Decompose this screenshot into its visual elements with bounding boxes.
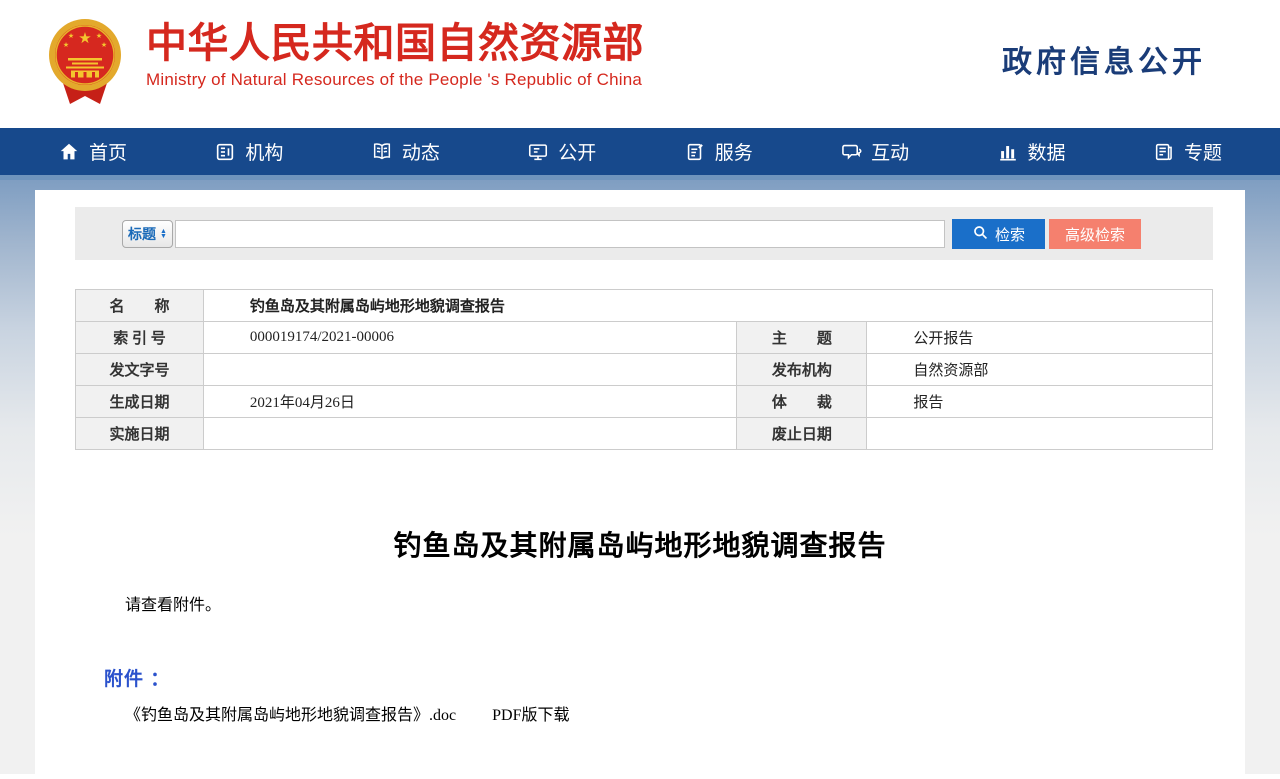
agency-title-block: 中华人民共和国自然资源部 Ministry of Natural Resourc… (146, 20, 644, 90)
meta-value-index-no: 000019174/2021-00006 (203, 322, 737, 354)
nav-item-label: 专题 (1184, 138, 1222, 165)
advanced-search-button-label: 高级检索 (1065, 224, 1125, 245)
main-navigation: 首页 机构 动态 公开 服务 互动 数据 (0, 128, 1280, 180)
data-icon (997, 141, 1019, 163)
nav-item-interaction[interactable]: 互动 (840, 138, 909, 165)
nav-item-label: 数据 (1028, 138, 1066, 165)
table-row: 索 引 号 000019174/2021-00006 主 题 公开报告 (76, 322, 1213, 354)
home-icon (58, 141, 80, 163)
meta-label-genre: 体 裁 (737, 386, 867, 418)
search-field-select-value: 标题 (128, 224, 156, 244)
meta-value-doc-number (203, 354, 737, 386)
meta-label-repeal-date: 废止日期 (737, 418, 867, 450)
page-section-title: 政府信息公开 (1002, 37, 1206, 81)
attachments-label: 附件 ： (104, 664, 170, 691)
svg-text:★: ★ (68, 32, 74, 40)
attachment-pdf-link[interactable]: PDF版下载 (492, 707, 569, 724)
meta-label-index-no: 索 引 号 (76, 322, 204, 354)
meta-value-name: 钓鱼岛及其附属岛屿地形地貌调查报告 (203, 290, 1212, 322)
search-button-label: 检索 (995, 224, 1025, 245)
meta-label-doc-number: 发文字号 (76, 354, 204, 386)
meta-label-created-date: 生成日期 (76, 386, 204, 418)
nav-item-service[interactable]: 服务 (684, 138, 753, 165)
table-row: 名 称 钓鱼岛及其附属岛屿地形地貌调查报告 (76, 290, 1213, 322)
search-input[interactable] (175, 220, 945, 248)
agency-name-en: Ministry of Natural Resources of the Peo… (146, 70, 644, 90)
search-button[interactable]: 检索 (952, 219, 1045, 249)
organization-icon (214, 141, 236, 163)
national-emblem-logo: ★ ★ ★ ★ ★ (48, 14, 122, 117)
meta-value-genre: 报告 (867, 386, 1213, 418)
table-row: 生成日期 2021年04月26日 体 裁 报告 (76, 386, 1213, 418)
service-icon (684, 141, 706, 163)
search-field-select[interactable]: 标题 ▲▼ (122, 220, 173, 248)
nav-item-label: 服务 (715, 138, 753, 165)
interaction-icon (840, 141, 862, 163)
meta-value-repeal-date (867, 418, 1213, 450)
svg-text:★: ★ (96, 32, 102, 40)
nav-item-label: 机构 (245, 138, 283, 165)
svg-text:★: ★ (78, 30, 91, 47)
page-background: 标题 ▲▼ 检索 高级检索 名 称 钓鱼岛及其附属岛屿地形地貌调查报告 索 引 … (0, 180, 1280, 774)
meta-label-name: 名 称 (76, 290, 204, 322)
news-icon (371, 141, 393, 163)
nav-item-data[interactable]: 数据 (997, 138, 1066, 165)
svg-text:★: ★ (101, 41, 107, 49)
site-header: ★ ★ ★ ★ ★ 中华人民共和国自然资源部 Ministry of Natur… (0, 0, 1280, 128)
nav-item-organization[interactable]: 机构 (214, 138, 283, 165)
nav-item-label: 公开 (558, 138, 596, 165)
nav-item-disclosure[interactable]: 公开 (527, 138, 596, 165)
search-icon (972, 224, 989, 245)
meta-label-topic: 主 题 (737, 322, 867, 354)
table-row: 发文字号 发布机构 自然资源部 (76, 354, 1213, 386)
nav-item-topics[interactable]: 专题 (1153, 138, 1222, 165)
attachments-list: 《钓鱼岛及其附属岛屿地形地貌调查报告》.doc PDF版下载 (125, 701, 569, 725)
disclosure-icon (527, 141, 549, 163)
select-arrows-icon: ▲▼ (160, 229, 167, 239)
meta-label-issuing-agency: 发布机构 (737, 354, 867, 386)
meta-value-topic: 公开报告 (867, 322, 1213, 354)
nav-item-home[interactable]: 首页 (58, 138, 127, 165)
nav-item-news[interactable]: 动态 (371, 138, 440, 165)
svg-text:★: ★ (63, 41, 69, 49)
nav-item-label: 互动 (871, 138, 909, 165)
meta-label-effective-date: 实施日期 (76, 418, 204, 450)
table-row: 实施日期 废止日期 (76, 418, 1213, 450)
nav-item-label: 首页 (89, 138, 127, 165)
topics-icon (1153, 141, 1175, 163)
meta-value-effective-date (203, 418, 737, 450)
attachment-doc-link[interactable]: 《钓鱼岛及其附属岛屿地形地貌调查报告》.doc (125, 707, 456, 724)
agency-name-cn: 中华人民共和国自然资源部 (146, 20, 644, 67)
advanced-search-button[interactable]: 高级检索 (1049, 219, 1141, 249)
nav-item-label: 动态 (402, 138, 440, 165)
meta-value-issuing-agency: 自然资源部 (867, 354, 1213, 386)
article-body-text: 请查看附件。 (125, 591, 221, 615)
search-bar: 标题 ▲▼ 检索 高级检索 (75, 207, 1213, 260)
content-panel: 标题 ▲▼ 检索 高级检索 名 称 钓鱼岛及其附属岛屿地形地貌调查报告 索 引 … (35, 190, 1245, 774)
document-meta-table: 名 称 钓鱼岛及其附属岛屿地形地貌调查报告 索 引 号 000019174/20… (75, 289, 1213, 450)
article-title: 钓鱼岛及其附属岛屿地形地貌调查报告 (35, 524, 1245, 564)
meta-value-created-date: 2021年04月26日 (203, 386, 737, 418)
